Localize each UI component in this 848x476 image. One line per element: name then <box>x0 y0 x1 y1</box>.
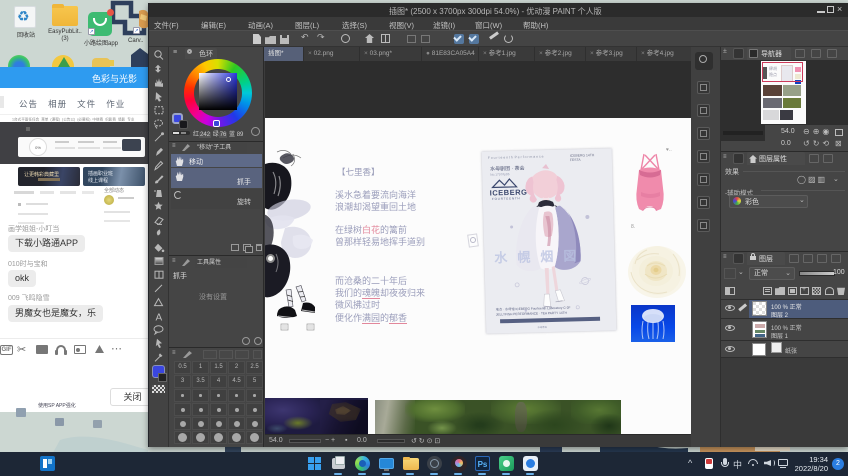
svg-text:A: A <box>156 312 163 323</box>
